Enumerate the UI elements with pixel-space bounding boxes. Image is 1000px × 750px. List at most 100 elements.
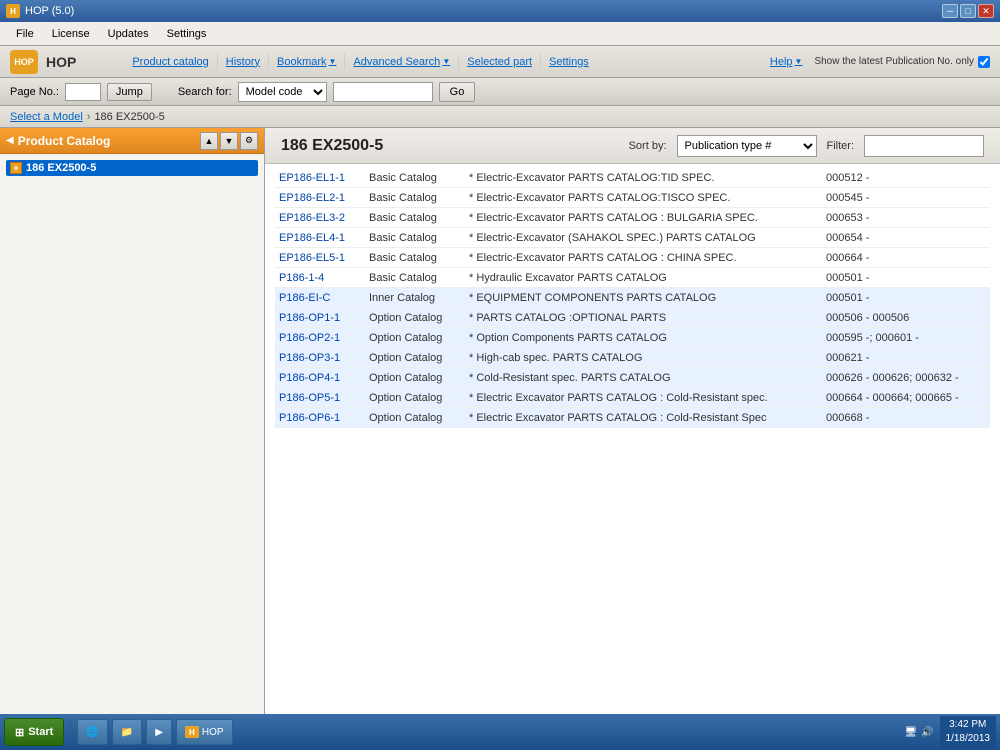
taskbar-folder-button[interactable]: 📁 (112, 719, 142, 745)
jump-button[interactable]: Jump (107, 83, 152, 101)
catalog-row-num: 000664 - (826, 252, 986, 264)
taskbar-time: 3:42 PM (946, 718, 991, 732)
nav-selected-part[interactable]: Selected part (459, 54, 541, 70)
title-bar: H HOP (5.0) ─ □ ✕ (0, 0, 1000, 22)
menu-updates[interactable]: Updates (100, 26, 157, 42)
catalog-row-desc: * Electric-Excavator PARTS CATALOG:TID S… (469, 172, 826, 184)
catalog-row-id[interactable]: P186-OP1-1 (279, 312, 369, 324)
app-icon: H (6, 4, 20, 18)
sidebar-settings-button[interactable]: ⚙ (240, 132, 258, 150)
tree-expand-icon[interactable]: + (10, 162, 22, 174)
search-type-select[interactable]: Model code Part number Description (238, 82, 327, 102)
catalog-row-id[interactable]: EP186-EL2-1 (279, 192, 369, 204)
sidebar-collapse-icon[interactable]: ◀ (6, 135, 14, 146)
catalog-row-type: Option Catalog (369, 312, 469, 324)
catalog-row[interactable]: EP186-EL4-1Basic Catalog* Electric-Excav… (275, 228, 990, 248)
catalog-row-desc: * Electric Excavator PARTS CATALOG : Col… (469, 412, 826, 424)
menu-file[interactable]: File (8, 26, 42, 42)
close-button[interactable]: ✕ (978, 4, 994, 18)
catalog-row-type: Basic Catalog (369, 232, 469, 244)
catalog-row[interactable]: P186-OP3-1Option Catalog* High-cab spec.… (275, 348, 990, 368)
catalog-row[interactable]: P186-OP2-1Option Catalog* Option Compone… (275, 328, 990, 348)
catalog-row[interactable]: P186-OP6-1Option Catalog* Electric Excav… (275, 408, 990, 428)
title-bar-controls: ─ □ ✕ (942, 4, 994, 18)
content-panel: 186 EX2500-5 Sort by: Publication type #… (265, 128, 1000, 720)
page-number-label: Page No.: (10, 86, 59, 98)
catalog-row[interactable]: P186-OP4-1Option Catalog* Cold-Resistant… (275, 368, 990, 388)
start-button[interactable]: ⊞ Start (4, 718, 64, 746)
go-button[interactable]: Go (439, 82, 476, 102)
start-windows-icon: ⊞ (15, 726, 24, 739)
menu-settings[interactable]: Settings (159, 26, 215, 42)
catalog-row[interactable]: P186-EI-CInner Catalog* EQUIPMENT COMPON… (275, 288, 990, 308)
taskbar-network-icon: 🖥 (904, 727, 917, 738)
catalog-row-id[interactable]: EP186-EL4-1 (279, 232, 369, 244)
sort-label: Sort by: (629, 140, 667, 152)
catalog-row[interactable]: EP186-EL5-1Basic Catalog* Electric-Excav… (275, 248, 990, 268)
minimize-button[interactable]: ─ (942, 4, 958, 18)
catalog-row[interactable]: P186-OP5-1Option Catalog* Electric Excav… (275, 388, 990, 408)
catalog-row-desc: * Electric-Excavator PARTS CATALOG : BUL… (469, 212, 826, 224)
catalog-row[interactable]: EP186-EL2-1Basic Catalog* Electric-Excav… (275, 188, 990, 208)
catalog-row[interactable]: EP186-EL3-2Basic Catalog* Electric-Excav… (275, 208, 990, 228)
taskbar-date: 1/18/2013 (946, 732, 991, 746)
catalog-row-id[interactable]: P186-OP2-1 (279, 332, 369, 344)
catalog-table: EP186-EL1-1Basic Catalog* Electric-Excav… (265, 164, 1000, 720)
catalog-row-desc: * Electric-Excavator (SAHAKOL SPEC.) PAR… (469, 232, 826, 244)
nav-help[interactable]: Help (762, 54, 811, 70)
search-input[interactable] (333, 82, 433, 102)
catalog-row-num: 000501 - (826, 292, 986, 304)
nav-bookmark[interactable]: Bookmark (269, 54, 345, 70)
catalog-row-num: 000626 - 000626; 000632 - (826, 372, 986, 384)
catalog-row[interactable]: P186-1-4Basic Catalog* Hydraulic Excavat… (275, 268, 990, 288)
taskbar-hop-button[interactable]: H HOP (176, 719, 233, 745)
taskbar-ie-button[interactable]: 🌐 (77, 719, 107, 745)
menu-license[interactable]: License (44, 26, 98, 42)
taskbar-clock: 3:42 PM 1/18/2013 (940, 716, 997, 748)
taskbar-media-button[interactable]: ▶ (146, 719, 172, 745)
nav-product-catalog[interactable]: Product catalog (124, 54, 217, 70)
breadcrumb-separator: › (87, 111, 91, 123)
catalog-row[interactable]: EP186-EL1-1Basic Catalog* Electric-Excav… (275, 168, 990, 188)
catalog-row-num: 000512 - (826, 172, 986, 184)
catalog-row-id[interactable]: P186-1-4 (279, 272, 369, 284)
show-latest-label: Show the latest Publication No. only (814, 56, 974, 67)
sidebar-up-button[interactable]: ▲ (200, 132, 218, 150)
catalog-row-id[interactable]: EP186-EL3-2 (279, 212, 369, 224)
breadcrumb-link[interactable]: Select a Model (10, 111, 83, 123)
catalog-row-id[interactable]: P186-OP5-1 (279, 392, 369, 404)
sidebar-down-button[interactable]: ▼ (220, 132, 238, 150)
filter-input[interactable] (864, 135, 984, 157)
taskbar-right: 🖥 🔊 3:42 PM 1/18/2013 (904, 716, 996, 748)
main-content: ◀ Product Catalog ▲ ▼ ⚙ + 186 EX2500-5 1… (0, 128, 1000, 720)
nav-history[interactable]: History (218, 54, 269, 70)
page-number-input[interactable] (65, 83, 101, 101)
taskbar-volume-icon: 🔊 (921, 727, 933, 738)
catalog-row-id[interactable]: P186-OP6-1 (279, 412, 369, 424)
catalog-row-id[interactable]: P186-EI-C (279, 292, 369, 304)
filter-label: Filter: (827, 140, 855, 152)
sidebar-title: Product Catalog (18, 134, 196, 148)
catalog-row-num: 000545 - (826, 192, 986, 204)
maximize-button[interactable]: □ (960, 4, 976, 18)
sort-select[interactable]: Publication type # Part number Descripti… (677, 135, 817, 157)
tree-item-186ex2500[interactable]: + 186 EX2500-5 (6, 160, 258, 176)
sidebar-header: ◀ Product Catalog ▲ ▼ ⚙ (0, 128, 264, 154)
catalog-row-id[interactable]: P186-OP4-1 (279, 372, 369, 384)
tree-item-label: 186 EX2500-5 (26, 162, 96, 174)
taskbar: ⊞ Start 🌐 📁 ▶ H HOP 🖥 🔊 3:42 PM 1/18/201… (0, 714, 1000, 750)
nav-settings[interactable]: Settings (541, 54, 597, 70)
catalog-row[interactable]: P186-OP1-1Option Catalog* PARTS CATALOG … (275, 308, 990, 328)
menu-bar: File License Updates Settings (0, 22, 1000, 46)
catalog-row-id[interactable]: P186-OP3-1 (279, 352, 369, 364)
show-latest-checkbox[interactable] (978, 56, 990, 68)
catalog-row-num: 000595 -; 000601 - (826, 332, 986, 344)
catalog-row-num: 000653 - (826, 212, 986, 224)
taskbar-separator (70, 718, 71, 746)
catalog-row-type: Option Catalog (369, 392, 469, 404)
catalog-row-id[interactable]: EP186-EL5-1 (279, 252, 369, 264)
catalog-row-num: 000668 - (826, 412, 986, 424)
taskbar-system-icons: 🖥 🔊 (904, 727, 933, 738)
catalog-row-id[interactable]: EP186-EL1-1 (279, 172, 369, 184)
nav-advanced-search[interactable]: Advanced Search (345, 54, 459, 70)
